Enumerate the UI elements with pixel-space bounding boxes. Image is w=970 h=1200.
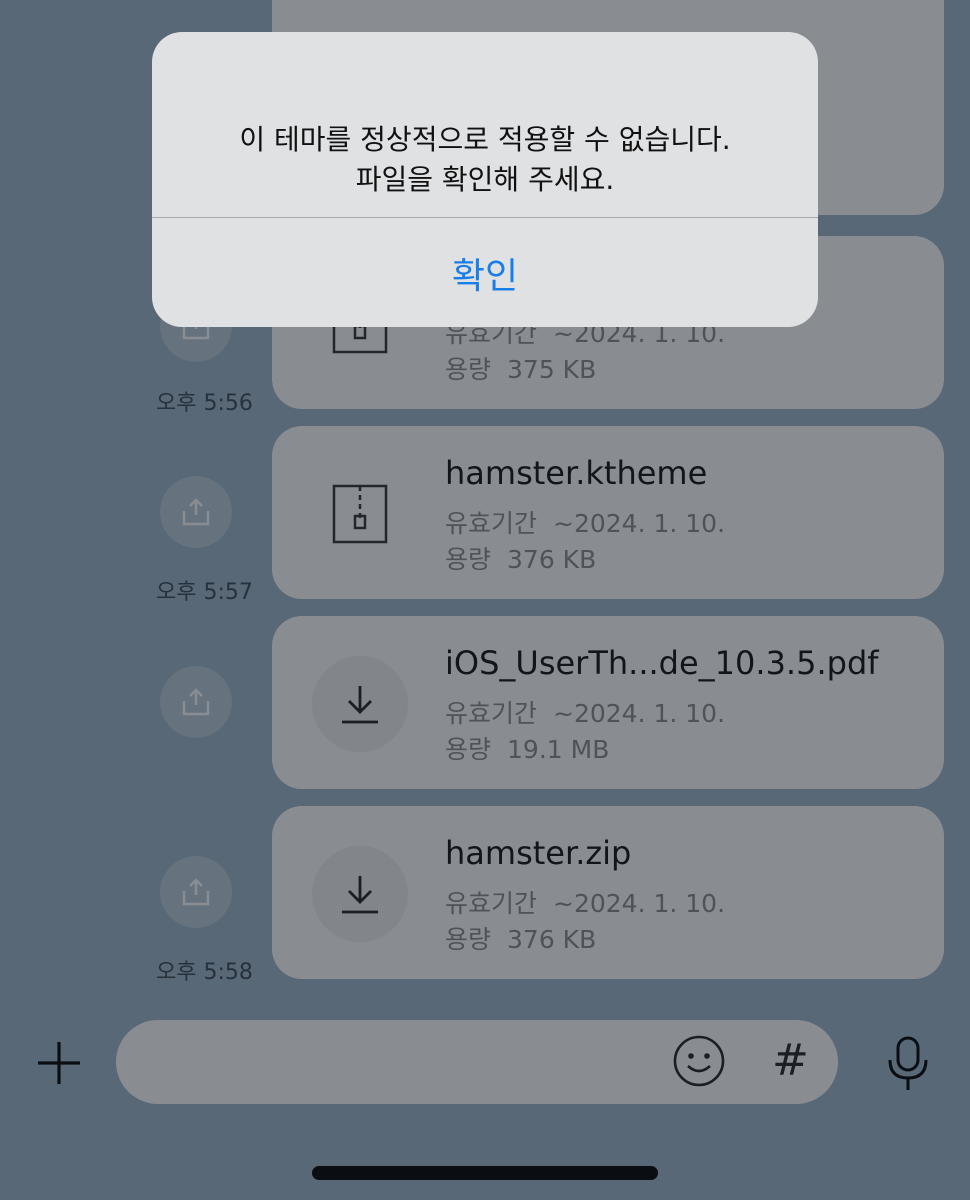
alert-message: 이 테마를 정상적으로 적용할 수 없습니다. 파일을 확인해 주세요. bbox=[152, 120, 818, 200]
alert-dialog: 이 테마를 정상적으로 적용할 수 없습니다. 파일을 확인해 주세요. 확인 bbox=[152, 32, 818, 327]
confirm-button[interactable]: 확인 bbox=[152, 218, 818, 327]
alert-message-line1: 이 테마를 정상적으로 적용할 수 없습니다. bbox=[239, 123, 731, 156]
alert-message-line2: 파일을 확인해 주세요. bbox=[355, 163, 615, 196]
